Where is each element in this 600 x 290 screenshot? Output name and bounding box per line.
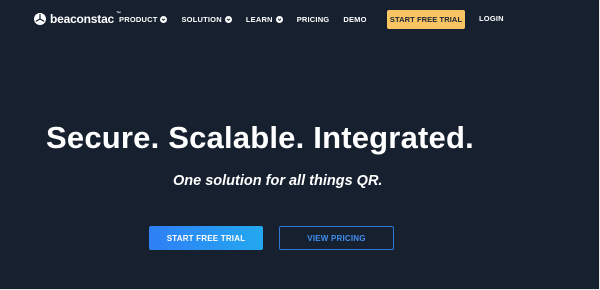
hero-headline: Secure. Scalable. Integrated. bbox=[46, 120, 474, 155]
nav-item-label: PRICING bbox=[296, 15, 330, 24]
hero-tagline: One solution for all things QR. bbox=[173, 173, 383, 189]
nav-item-demo[interactable]: DEMO bbox=[343, 15, 366, 24]
nav-item-product[interactable]: PRODUCT bbox=[119, 15, 168, 24]
nav-item-label: SOLUTION bbox=[181, 15, 222, 24]
nav-item-label: LEARN bbox=[245, 15, 273, 24]
beaconstac-logo-icon bbox=[34, 13, 46, 25]
chevron-down-icon bbox=[275, 16, 283, 23]
logo-text: beaconstac bbox=[50, 12, 115, 26]
main-nav: PRODUCT SOLUTION LEARN PRICING DEMO bbox=[119, 13, 367, 26]
chevron-down-icon bbox=[224, 16, 232, 23]
nav-item-learn[interactable]: LEARN bbox=[246, 15, 283, 24]
nav-item-pricing[interactable]: PRICING bbox=[297, 15, 330, 24]
chevron-down-icon bbox=[160, 16, 168, 23]
start-free-trial-button[interactable]: START FREE TRIAL bbox=[387, 10, 465, 29]
nav-item-label: DEMO bbox=[343, 15, 367, 24]
page-frame: beaconstac ™ PRODUCT SOLUTION LEARN PRIC… bbox=[0, 0, 600, 290]
view-pricing-button[interactable]: VIEW PRICING bbox=[279, 226, 394, 250]
nav-item-solution[interactable]: SOLUTION bbox=[181, 15, 232, 24]
nav-item-label: PRODUCT bbox=[119, 15, 158, 24]
hero-start-free-trial-button[interactable]: START FREE TRIAL bbox=[149, 226, 263, 250]
logo[interactable]: beaconstac ™ bbox=[34, 11, 121, 27]
login-link[interactable]: LOGIN bbox=[479, 14, 504, 25]
